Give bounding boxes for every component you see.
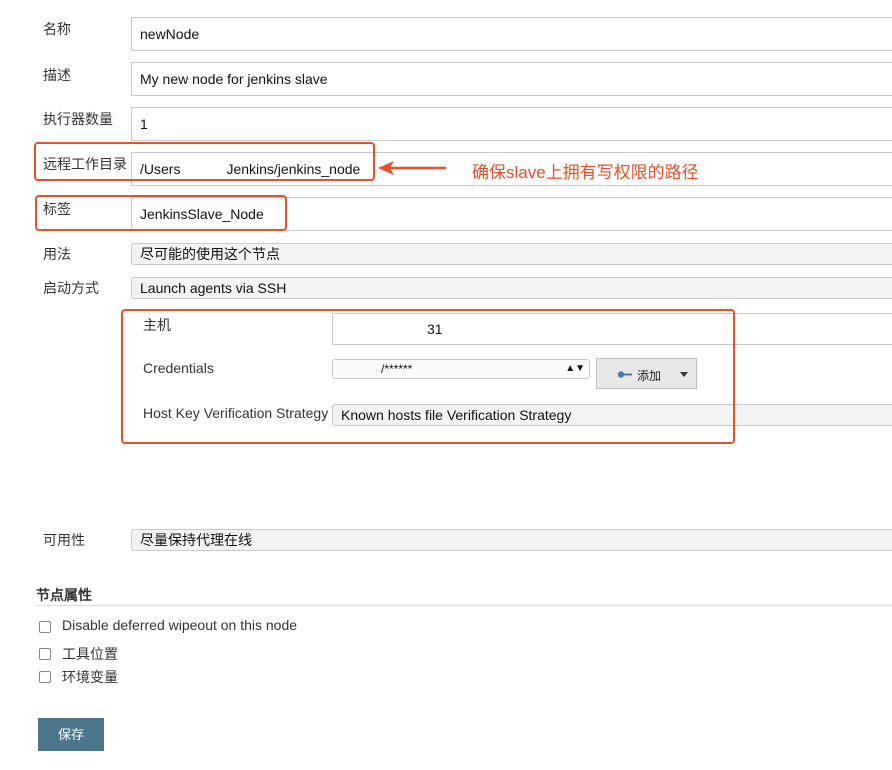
name-input[interactable]: newNode bbox=[131, 17, 892, 51]
annotation-text: 确保slave上拥有写权限的路径 bbox=[472, 163, 699, 182]
availability-select[interactable]: 尽量保持代理在线 bbox=[131, 529, 892, 551]
save-button[interactable]: 保存 bbox=[38, 718, 104, 751]
section-divider bbox=[36, 605, 892, 606]
checkbox-label-tool-locations: 工具位置 bbox=[62, 646, 118, 662]
name-label: 名称 bbox=[43, 21, 71, 37]
checkbox-label-env-vars: 环境变量 bbox=[62, 669, 118, 685]
remote-dir-highlight bbox=[34, 142, 375, 181]
ssh-settings-highlight bbox=[121, 309, 735, 444]
tags-highlight bbox=[35, 195, 287, 231]
description-label: 描述 bbox=[43, 67, 71, 83]
checkbox-label-disable-wipeout: Disable deferred wipeout on this node bbox=[62, 617, 298, 633]
checkbox-disable-wipeout[interactable] bbox=[39, 621, 51, 633]
checkbox-tool-locations[interactable] bbox=[39, 648, 51, 660]
usage-select[interactable]: 尽可能的使用这个节点 bbox=[131, 243, 892, 265]
executors-input[interactable]: 1 bbox=[131, 107, 892, 141]
availability-label: 可用性 bbox=[43, 532, 85, 548]
checkbox-env-vars[interactable] bbox=[39, 671, 51, 683]
launch-label: 启动方式 bbox=[43, 280, 99, 296]
description-input[interactable]: My new node for jenkins slave bbox=[131, 62, 892, 96]
node-properties-heading: 节点属性 bbox=[36, 587, 92, 603]
executors-label: 执行器数量 bbox=[43, 111, 113, 127]
usage-label: 用法 bbox=[43, 246, 71, 262]
arrow-left-icon bbox=[378, 161, 446, 175]
launch-select[interactable]: Launch agents via SSH bbox=[131, 277, 892, 299]
